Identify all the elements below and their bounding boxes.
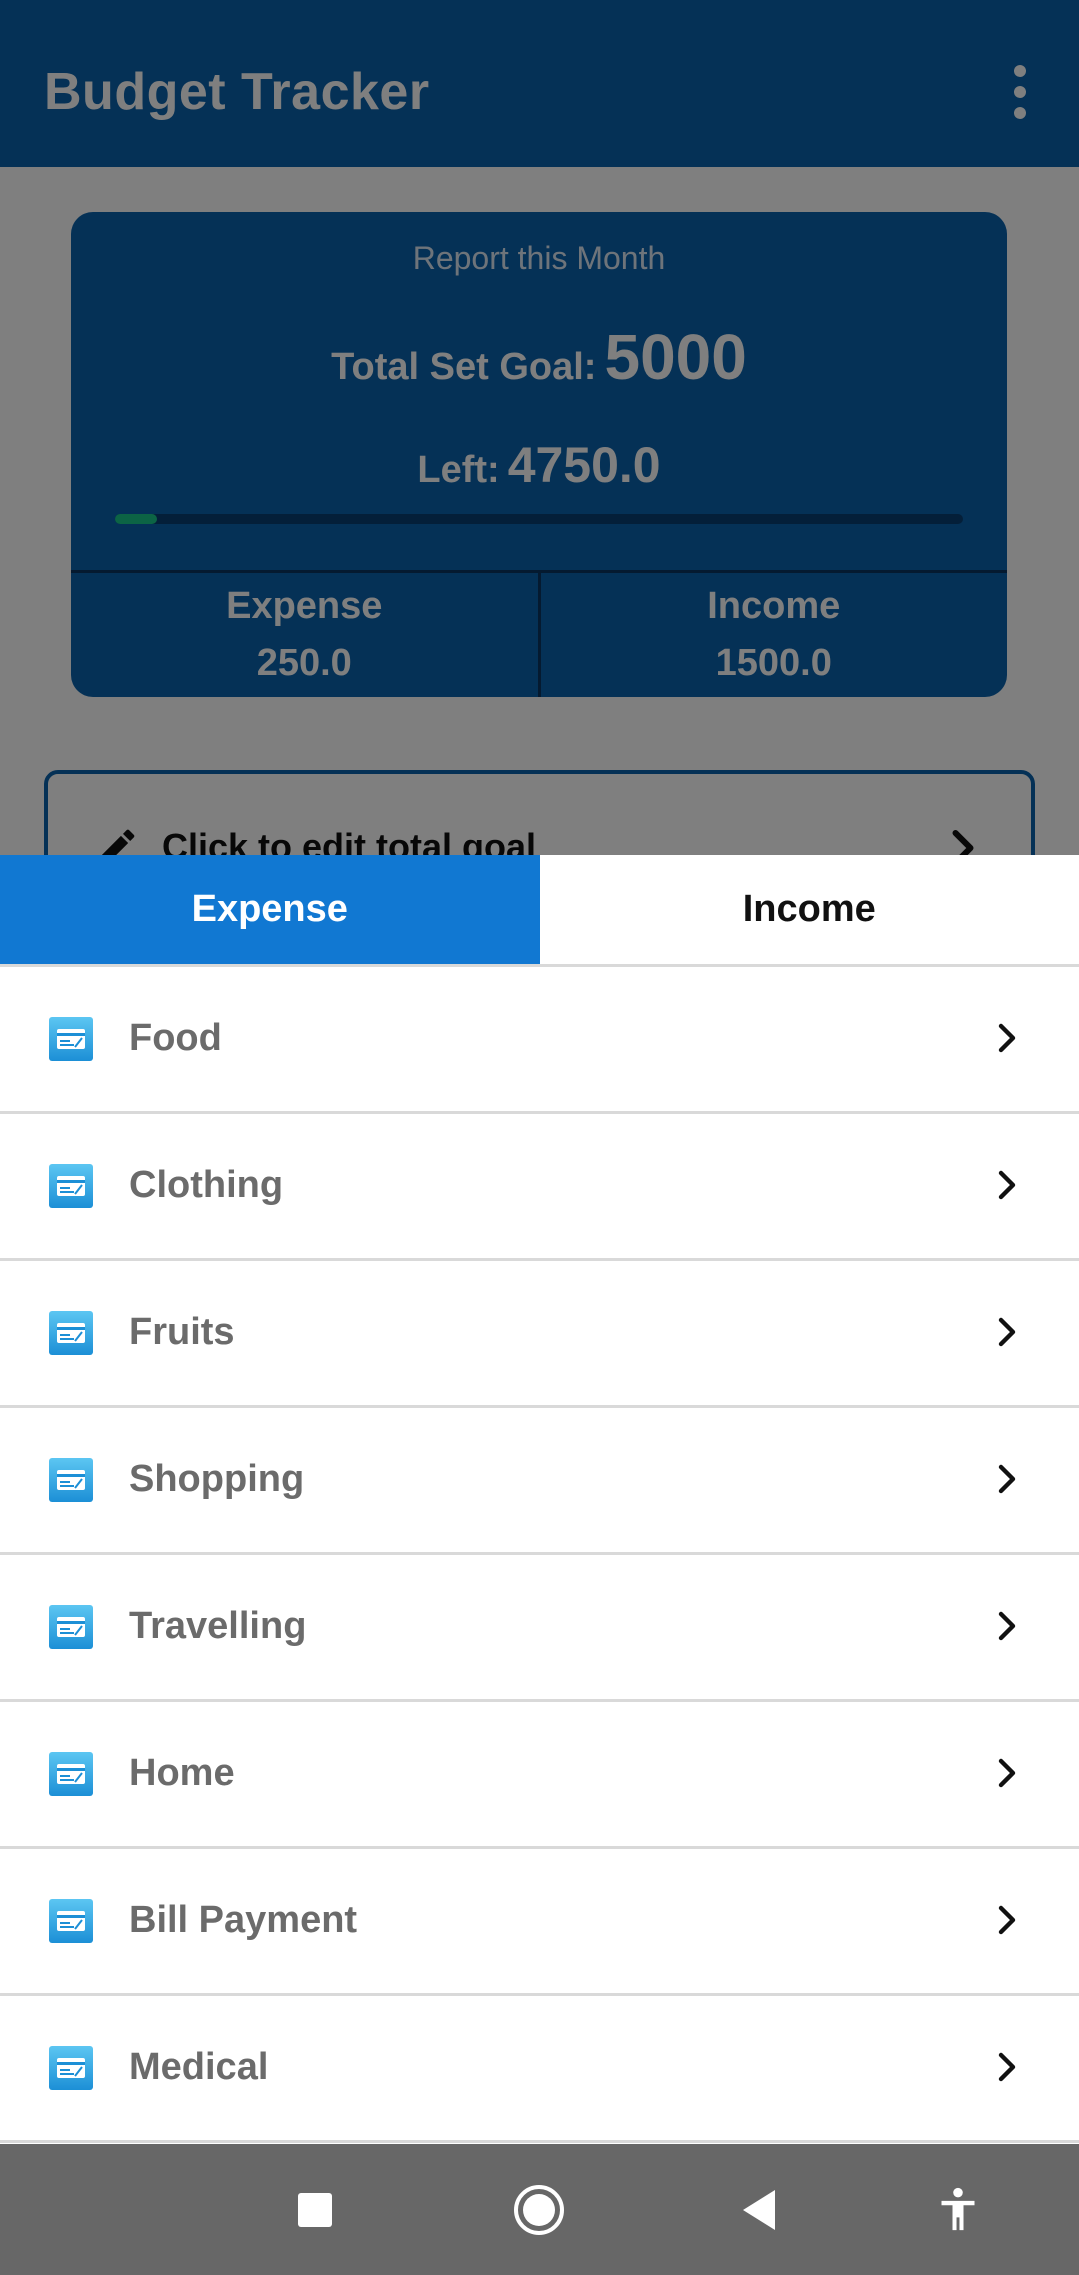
recents-icon[interactable] [279, 2174, 351, 2246]
category-row[interactable]: Travelling [0, 1555, 1079, 1702]
modal-scrim[interactable] [0, 0, 1079, 855]
card-icon [49, 1311, 93, 1355]
card-icon [49, 2046, 93, 2090]
chevron-right-icon [998, 1905, 1016, 1935]
chevron-right-icon [998, 1758, 1016, 1788]
card-icon [49, 1017, 93, 1061]
category-label: Food [129, 1017, 222, 1059]
category-label: Home [129, 1752, 235, 1794]
category-list: Food Clothing Fruits Shopping Travelling Home… [0, 967, 1079, 2143]
category-row[interactable]: Bill Payment [0, 1849, 1079, 1996]
category-row[interactable]: Shopping [0, 1408, 1079, 1555]
category-row[interactable]: Medical [0, 1996, 1079, 2143]
chevron-right-icon [998, 1317, 1016, 1347]
card-icon [49, 1458, 93, 1502]
category-label: Fruits [129, 1311, 235, 1353]
tab-expense[interactable]: Expense [0, 855, 540, 964]
system-nav-bar [0, 2144, 1079, 2275]
card-icon [49, 1605, 93, 1649]
card-icon [49, 1899, 93, 1943]
category-label: Bill Payment [129, 1899, 358, 1941]
category-label: Travelling [129, 1605, 307, 1647]
type-tabs: Expense Income [0, 855, 1079, 967]
home-icon[interactable] [503, 2174, 575, 2246]
category-label: Clothing [129, 1164, 284, 1206]
chevron-right-icon [998, 2052, 1016, 2082]
card-icon [49, 1164, 93, 1208]
category-label: Shopping [129, 1458, 305, 1500]
accessibility-icon[interactable] [922, 2174, 994, 2246]
category-row[interactable]: Fruits [0, 1261, 1079, 1408]
chevron-right-icon [998, 1170, 1016, 1200]
back-icon[interactable] [723, 2174, 795, 2246]
card-icon [49, 1752, 93, 1796]
tab-income[interactable]: Income [539, 855, 1079, 964]
category-sheet: Expense Income Food Clothing Fruits Shoppin… [0, 855, 1079, 2144]
category-row[interactable]: Clothing [0, 1114, 1079, 1261]
chevron-right-icon [998, 1023, 1016, 1053]
category-row[interactable]: Home [0, 1702, 1079, 1849]
category-label: Medical [129, 2046, 269, 2088]
category-row[interactable]: Food [0, 967, 1079, 1114]
chevron-right-icon [998, 1611, 1016, 1641]
chevron-right-icon [998, 1464, 1016, 1494]
